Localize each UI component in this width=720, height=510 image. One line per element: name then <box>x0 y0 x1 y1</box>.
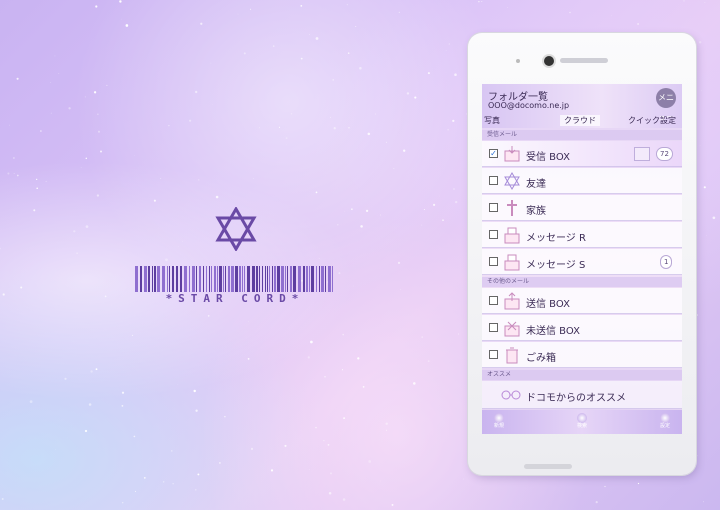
bottom-toolbar: 新規 検索 設定 <box>482 410 682 434</box>
phone-sensor <box>516 59 520 63</box>
checkbox[interactable] <box>489 176 498 185</box>
folder-row-friends[interactable]: 友達 <box>482 168 682 194</box>
search-icon <box>577 413 587 423</box>
barcode-logo <box>135 266 333 292</box>
checkbox[interactable] <box>489 350 498 359</box>
folder-label: ごみ箱 <box>526 353 556 364</box>
folder-row-message-s[interactable]: メッセージ S 1 <box>482 249 682 275</box>
brand-wordmark: *STAR CORD* <box>165 292 305 305</box>
new-mail-icon <box>494 413 504 423</box>
checkbox[interactable] <box>489 257 498 266</box>
phone-speaker <box>560 58 608 63</box>
mail-screen: フォルダ一覧 OOO@docomo.ne.jp メニュー 写真 クラウド クイッ… <box>482 84 682 434</box>
folder-label: メッセージ R <box>526 233 586 244</box>
folder-row-inbox[interactable]: ✓ 受信 BOX 72 <box>482 141 682 167</box>
recommend-label: ドコモからのオススメ <box>526 393 626 404</box>
checkbox[interactable]: ✓ <box>489 149 498 158</box>
tab-quick-settings[interactable]: クイック設定 <box>628 115 676 126</box>
folder-label: 家族 <box>526 206 546 217</box>
section-inbox: 受信メール <box>482 130 682 140</box>
new-mail-label: 新規 <box>493 423 504 429</box>
folder-row-family[interactable]: 家族 <box>482 195 682 221</box>
unread-count: 1 <box>660 255 673 269</box>
section-other: その他のメール <box>482 277 682 287</box>
settings-label: 設定 <box>659 423 670 429</box>
folder-row-trash[interactable]: ごみ箱 <box>482 342 682 368</box>
outbox-icon <box>504 292 520 310</box>
tab-photo[interactable]: 写真 <box>484 115 500 126</box>
phone-home-bar <box>524 464 572 469</box>
folder-row-drafts[interactable]: 未送信 BOX <box>482 315 682 341</box>
search-label: 検索 <box>576 423 587 429</box>
star-of-david-icon <box>504 172 520 190</box>
account-address: OOO@docomo.ne.jp <box>488 101 570 110</box>
cross-icon <box>507 200 517 216</box>
folder-label: 受信 BOX <box>526 152 570 163</box>
folder-row-outbox[interactable]: 送信 BOX <box>482 288 682 314</box>
checkbox[interactable] <box>489 323 498 332</box>
checkbox[interactable] <box>489 203 498 212</box>
folder-label: メッセージ S <box>526 260 586 271</box>
inbox-icon <box>504 146 520 162</box>
folder-label: 送信 BOX <box>526 299 570 310</box>
unread-count: 72 <box>656 147 673 161</box>
section-recommend: オススメ <box>482 370 682 380</box>
message-s-icon <box>504 254 520 271</box>
phone-camera <box>544 56 554 66</box>
menu-icon[interactable]: メニュー <box>656 88 676 122</box>
folder-row-message-r[interactable]: メッセージ R <box>482 222 682 248</box>
glasses-icon <box>501 390 521 400</box>
tab-bar: 写真 クラウド クイック設定 <box>482 114 682 128</box>
gear-icon <box>660 413 670 423</box>
tab-cloud[interactable]: クラウド <box>560 115 600 126</box>
settings-button[interactable]: 設定 <box>654 413 676 431</box>
folder-label: 友達 <box>526 179 546 190</box>
draft-icon <box>504 321 520 337</box>
hexagram-icon <box>215 207 257 251</box>
folder-box-icon <box>634 147 650 161</box>
message-r-icon <box>504 227 520 244</box>
search-button[interactable]: 検索 <box>571 413 593 431</box>
new-mail-button[interactable]: 新規 <box>488 413 510 431</box>
checkbox[interactable] <box>489 296 498 305</box>
folder-label: 未送信 BOX <box>526 326 580 337</box>
recommend-row[interactable]: ドコモからのオススメ <box>482 381 682 409</box>
trash-icon <box>506 347 518 364</box>
checkbox[interactable] <box>489 230 498 239</box>
